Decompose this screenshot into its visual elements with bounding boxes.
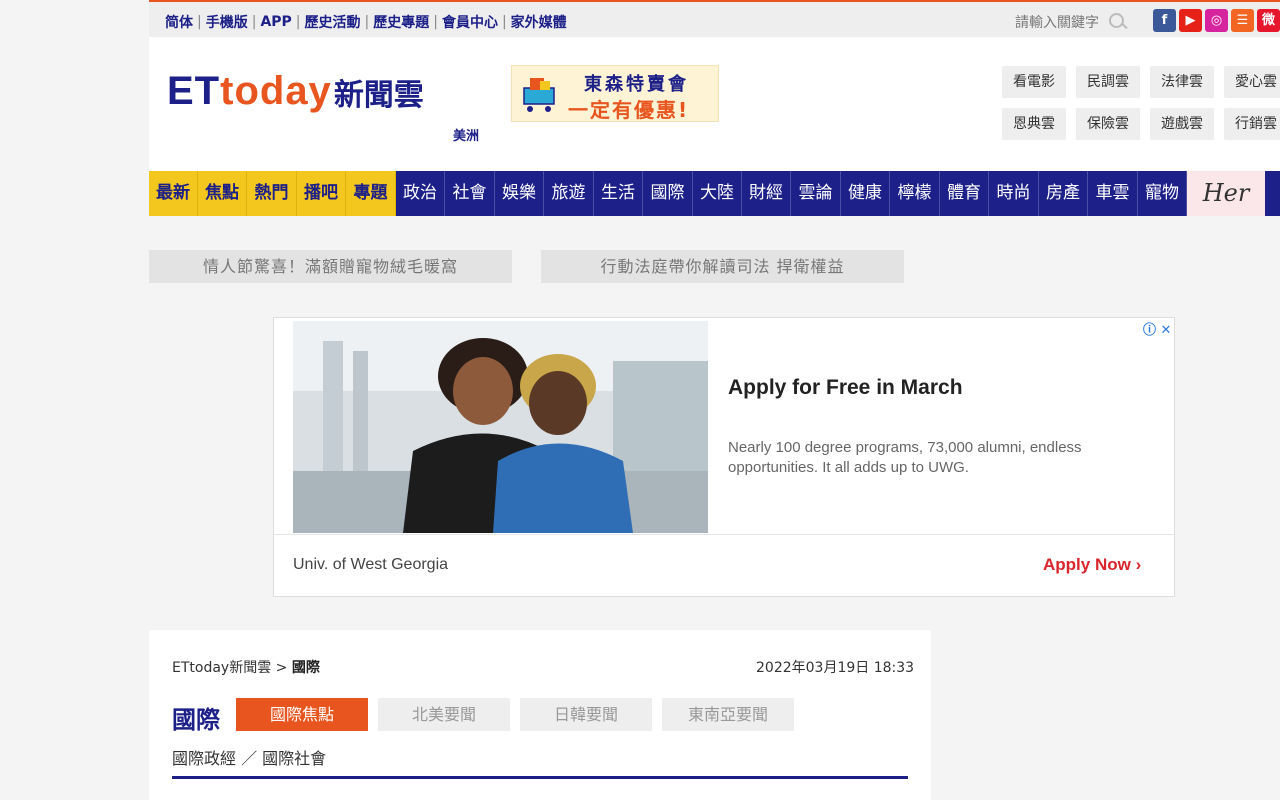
ad-photo-illustration	[293, 321, 708, 533]
section-tabs: 國際焦點 北美要聞 日韓要聞 東南亞要聞	[236, 698, 794, 731]
nav-item-entertainment[interactable]: 娛樂	[495, 171, 544, 216]
nav-item-politics[interactable]: 政治	[396, 171, 445, 216]
facebook-icon[interactable]: f	[1153, 9, 1176, 32]
weibo-icon[interactable]: 微	[1257, 9, 1280, 32]
youtube-icon[interactable]: ▶	[1179, 9, 1202, 32]
top-links: 简体 | 手機版 | APP | 歷史活動 | 歷史專題 | 會員中心 | 家外媒體	[165, 12, 567, 32]
section-title: 國際	[172, 706, 220, 734]
ad-photo[interactable]	[293, 321, 708, 533]
cloud-link-charity[interactable]: 愛心雲	[1224, 66, 1280, 98]
promo-link-pet-gift[interactable]: 情人節驚喜！滿額贈寵物絨毛暖窩	[149, 250, 512, 283]
cloud-link-marketing[interactable]: 行銷雲	[1224, 108, 1280, 140]
top-bar: 简体 | 手機版 | APP | 歷史活動 | 歷史專題 | 會員中心 | 家外媒體 請輸入…	[149, 0, 1280, 37]
cloud-links: 看電影 民調雲 法律雲 愛心雲 恩典雲 保險雲 遊戲雲 行銷雲	[1002, 66, 1280, 140]
nav-item-her[interactable]: Her	[1187, 171, 1265, 216]
nav-item-china[interactable]: 大陸	[693, 171, 742, 216]
subcategory-links[interactable]: 國際政經 ／ 國際社會	[172, 745, 326, 769]
main-nav: 最新 焦點 熱門 播吧 專題 政治 社會 娛樂 旅遊 生活 國際 大陸 財經 雲…	[149, 171, 1280, 216]
ad-cta-label: Apply Now	[1043, 555, 1131, 574]
nav-item-live[interactable]: 播吧	[297, 171, 346, 216]
nav-item-travel[interactable]: 旅遊	[544, 171, 594, 216]
nav-item-sports[interactable]: 體育	[940, 171, 989, 216]
cloud-link-games[interactable]: 遊戲雲	[1150, 108, 1214, 140]
nav-item-fashion[interactable]: 時尚	[989, 171, 1039, 216]
cloud-link-grace[interactable]: 恩典雲	[1002, 108, 1066, 140]
banner-line-1: 東森特賣會	[584, 74, 689, 95]
cloud-link-movies[interactable]: 看電影	[1002, 66, 1066, 98]
top-link-mobile[interactable]: 手機版	[206, 12, 248, 32]
nav-item-opinion[interactable]: 雲論	[791, 171, 841, 216]
ad-divider	[274, 534, 1174, 535]
search-input[interactable]: 請輸入關鍵字	[1015, 12, 1099, 32]
sale-banner[interactable]: 東森特賣會 一定有優惠!	[511, 65, 719, 122]
nav-item-finance[interactable]: 財經	[742, 171, 791, 216]
cloud-link-insurance[interactable]: 保險雲	[1076, 108, 1140, 140]
breadcrumb-current[interactable]: 國際	[292, 660, 320, 676]
nav-item-life[interactable]: 生活	[594, 171, 643, 216]
tab-japan-korea[interactable]: 日韓要聞	[520, 698, 652, 731]
nav-item-latest[interactable]: 最新	[149, 171, 198, 216]
nav-item-topics[interactable]: 專題	[346, 171, 396, 216]
search-box[interactable]: 請輸入關鍵字	[1015, 12, 1127, 32]
ad-title[interactable]: Apply for Free in March	[728, 376, 963, 400]
cloud-link-law[interactable]: 法律雲	[1150, 66, 1214, 98]
breadcrumb: ETtoday新聞雲 > 國際	[172, 657, 320, 677]
rss-icon[interactable]: ☰	[1231, 9, 1254, 32]
nav-item-health[interactable]: 健康	[841, 171, 890, 216]
ad-description: Nearly 100 degree programs, 73,000 alumn…	[728, 439, 1082, 476]
social-links: f ▶ ◎ ☰ 微	[1153, 9, 1280, 32]
tab-north-america[interactable]: 北美要聞	[378, 698, 510, 731]
promo-link-mobile-court[interactable]: 行動法庭帶你解讀司法 捍衛權益	[541, 250, 904, 283]
top-link-outdoor-media[interactable]: 家外媒體	[511, 12, 567, 32]
section-divider	[172, 776, 908, 779]
banner-line-2: 一定有優惠!	[568, 98, 690, 122]
top-link-member-center[interactable]: 會員中心	[442, 12, 498, 32]
instagram-icon[interactable]: ◎	[1205, 9, 1228, 32]
display-ad[interactable]: Apply for Free in March Nearly 100 degre…	[273, 317, 1175, 597]
search-icon[interactable]	[1107, 12, 1127, 32]
nav-item-focus[interactable]: 焦點	[198, 171, 247, 216]
top-link-history-events[interactable]: 歷史活動	[305, 12, 361, 32]
top-link-history-topics[interactable]: 歷史專題	[373, 12, 429, 32]
article-card: ETtoday新聞雲 > 國際 2022年03月19日 18:33 國際 國際焦…	[149, 630, 931, 800]
nav-item-popular[interactable]: 熱門	[247, 171, 297, 216]
tab-intl-focus[interactable]: 國際焦點	[236, 698, 368, 731]
ad-advertiser[interactable]: Univ. of West Georgia	[293, 556, 448, 574]
breadcrumb-home[interactable]: ETtoday新聞雲	[172, 660, 271, 676]
chevron-right-icon: ›	[1135, 555, 1142, 574]
nav-item-pets[interactable]: 寵物	[1138, 171, 1187, 216]
breadcrumb-separator: >	[271, 660, 292, 676]
logo-et: ET	[167, 69, 221, 113]
nav-item-society[interactable]: 社會	[445, 171, 495, 216]
top-link-simplified[interactable]: 简体	[165, 12, 193, 32]
cloud-link-polls[interactable]: 民調雲	[1076, 66, 1140, 98]
logo-today: today	[220, 69, 332, 113]
nav-item-property[interactable]: 房產	[1039, 171, 1088, 216]
logo-cn: 新聞雲	[333, 78, 424, 113]
shopping-cart-icon	[523, 78, 555, 112]
region-label[interactable]: 美洲	[453, 125, 479, 144]
top-link-app[interactable]: APP	[260, 14, 291, 30]
article-date: 2022年03月19日 18:33	[756, 660, 915, 676]
nav-item-cars[interactable]: 車雲	[1088, 171, 1138, 216]
nav-item-lemon[interactable]: 檸檬	[890, 171, 940, 216]
ad-choices-close-icon[interactable]: ⓘ ✕	[1143, 319, 1171, 338]
site-logo[interactable]: ET today 新聞雲	[167, 69, 424, 114]
ad-apply-now-button[interactable]: Apply Now ›	[1043, 555, 1141, 575]
site-header: ET today 新聞雲 美洲 東森特賣會 一定有優惠! 看電影 民調雲 法律雲 …	[149, 37, 1280, 171]
tab-southeast-asia[interactable]: 東南亞要聞	[662, 698, 794, 731]
nav-item-international[interactable]: 國際	[643, 171, 693, 216]
